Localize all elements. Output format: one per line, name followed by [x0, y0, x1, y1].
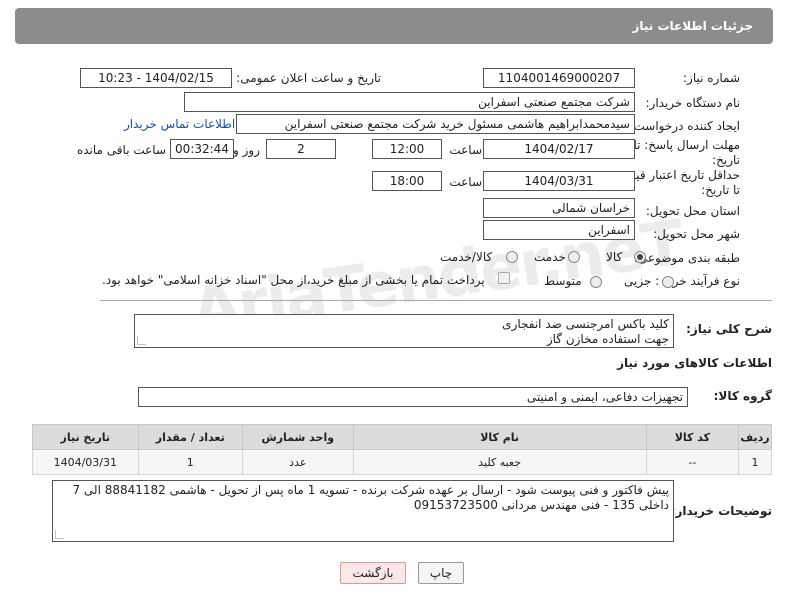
city-field[interactable]: اسفراین: [483, 220, 635, 240]
col-unit-header: واحد شمارش: [241, 424, 354, 450]
goods-group-field[interactable]: تجهیزات دفاعی، ایمنی و امنیتی: [138, 387, 688, 407]
price-deadline-label-2: تا تاریخ:: [701, 183, 740, 197]
category-option-goods-service: کالا/خدمت: [440, 250, 493, 264]
province-field[interactable]: خراسان شمالی: [483, 198, 635, 218]
announce-label: تاریخ و ساعت اعلان عمومی:: [236, 71, 381, 85]
table-header-row: ردیف کد کالا نام کالا واحد شمارش تعداد /…: [32, 424, 772, 450]
cell-name: جعبه کلید: [352, 449, 647, 475]
creator-label: ایجاد کننده درخواست:: [629, 119, 740, 133]
buyer-org-field[interactable]: شرکت مجتمع صنعتی اسفراین: [184, 92, 635, 112]
remaining-label: ساعت باقی مانده: [76, 143, 166, 157]
remaining-time-field[interactable]: 00:32:44: [170, 139, 234, 159]
category-radio-goods[interactable]: [634, 251, 646, 263]
reply-deadline-label: مهلت ارسال پاسخ: تا: [633, 138, 740, 152]
need-number-field[interactable]: 1104001469000207: [483, 68, 635, 88]
cell-qty: 1: [137, 449, 243, 475]
cell-code: --: [645, 449, 740, 475]
description-line-2: جهت استفاده مخازن گاز: [546, 332, 669, 346]
description-textarea[interactable]: کلید باکس امرجنسی ضد انفجاری جهت استفاده…: [134, 314, 674, 348]
buyer-notes-textarea[interactable]: پیش فاکتور و فنی پیوست شود - ارسال بر عه…: [52, 480, 674, 542]
payment-checkbox[interactable]: [498, 272, 510, 284]
buyer-org-label: نام دستگاه خریدار:: [645, 96, 741, 110]
col-date-header: تاریخ نیاز: [32, 424, 139, 450]
buyer-notes-label: توضیحات خریدار:: [670, 504, 772, 518]
cell-row: 1: [738, 449, 772, 475]
category-radio-goods-service[interactable]: [506, 251, 518, 263]
creator-field[interactable]: سیدمحمدابراهیم هاشمی مسئول خرید شرکت مجت…: [236, 114, 635, 134]
description-label: شرح کلی نیاز:: [686, 322, 772, 336]
reply-deadline-label-2: تاریخ:: [712, 153, 740, 167]
announce-field[interactable]: 1404/02/15 - 10:23: [80, 68, 232, 88]
table-row[interactable]: 1 -- جعبه کلید عدد 1 1404/03/31: [32, 449, 772, 475]
description-line-1: کلید باکس امرجنسی ضد انفجاری: [502, 317, 669, 331]
page-title: جزئیات اطلاعات نیاز: [632, 19, 753, 33]
goods-table: ردیف کد کالا نام کالا واحد شمارش تعداد /…: [32, 424, 772, 475]
province-label: استان محل تحویل:: [645, 204, 740, 218]
category-label: طبقه بندی موضوعی:: [633, 251, 740, 265]
back-button[interactable]: بازگشت: [340, 562, 406, 584]
category-radio-service[interactable]: [568, 251, 580, 263]
resize-grip-icon[interactable]: [55, 530, 64, 539]
col-name-header: نام کالا: [352, 424, 647, 450]
price-date-field[interactable]: 1404/03/31: [483, 171, 635, 191]
reply-time-label: ساعت: [449, 143, 482, 157]
buyer-notes-line-2: داخلی 135 - فنی مهندس مردانی 09153723500: [413, 498, 669, 512]
city-label: شهر محل تحویل:: [653, 227, 740, 241]
process-option-medium: متوسط: [544, 274, 582, 288]
resize-grip-icon[interactable]: [137, 336, 146, 345]
print-button[interactable]: چاپ: [418, 562, 464, 584]
days-label: روز و: [233, 143, 260, 157]
days-field[interactable]: 2: [266, 139, 336, 159]
goods-group-label: گروه کالا:: [713, 389, 772, 403]
process-radio-minor[interactable]: [662, 276, 674, 288]
contact-info-link[interactable]: اطلاعات تماس خریدار: [124, 117, 235, 131]
goods-section-title: اطلاعات کالاهای مورد نیاز: [617, 356, 772, 370]
category-option-goods: کالا: [606, 250, 623, 264]
reply-time-field[interactable]: 12:00: [372, 139, 442, 159]
process-option-minor: جزیی: [624, 274, 652, 288]
reply-date-field[interactable]: 1404/02/17: [483, 139, 635, 159]
category-option-service: خدمت: [534, 250, 566, 264]
col-qty-header: تعداد / مقدار: [137, 424, 243, 450]
page-header: جزئیات اطلاعات نیاز: [15, 8, 773, 44]
price-time-label: ساعت: [449, 175, 482, 189]
col-code-header: کد کالا: [645, 424, 740, 450]
cell-unit: عدد: [241, 449, 354, 475]
price-time-field[interactable]: 18:00: [372, 171, 442, 191]
divider: [100, 300, 772, 301]
cell-date: 1404/03/31: [32, 449, 139, 475]
col-row-header: ردیف: [738, 424, 772, 450]
process-radio-medium[interactable]: [590, 276, 602, 288]
need-number-label: شماره نیاز:: [683, 71, 740, 85]
payment-note: پرداخت تمام یا بخشی از مبلغ خرید،از محل …: [102, 273, 485, 287]
buyer-notes-line-1: پیش فاکتور و فنی پیوست شود - ارسال بر عه…: [72, 483, 669, 497]
